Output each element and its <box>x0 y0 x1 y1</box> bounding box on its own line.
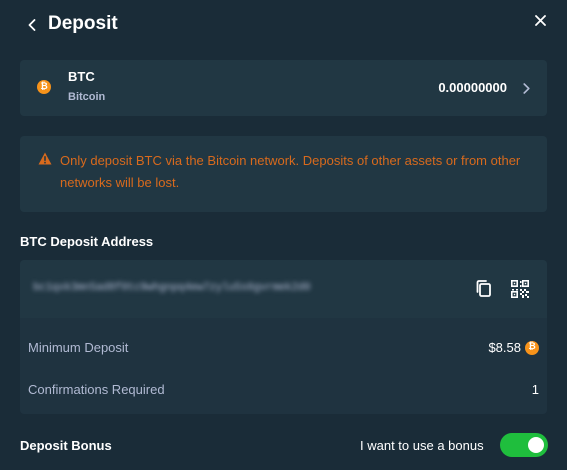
copy-icon[interactable] <box>475 279 493 299</box>
chevron-left-icon <box>28 19 36 31</box>
minimum-deposit-value: $8.58 <box>488 340 521 355</box>
deposit-address-value[interactable]: bc1qxk3mn5ad8f0tc9whgnpq4ew7zylu5s6gvrme… <box>33 282 363 296</box>
deposit-bonus-label: Deposit Bonus <box>20 438 112 453</box>
asset-balance: 0.00000000 <box>438 80 507 95</box>
warning-icon <box>38 152 52 165</box>
asset-selector[interactable]: ₿ BTC Bitcoin 0.00000000 <box>20 60 547 116</box>
confirmations-label: Confirmations Required <box>28 382 165 397</box>
warning-text: Only deposit BTC via the Bitcoin network… <box>60 153 521 190</box>
back-button[interactable] <box>22 14 42 36</box>
address-label: BTC Deposit Address <box>20 234 154 249</box>
asset-name: Bitcoin <box>68 91 106 103</box>
bitcoin-icon: ₿ <box>37 80 51 94</box>
close-icon <box>534 14 546 26</box>
minimum-deposit-value-wrap: $8.58 ₿ <box>488 340 539 355</box>
bonus-toggle[interactable] <box>500 433 548 457</box>
confirmations-value: 1 <box>531 382 539 397</box>
close-button[interactable] <box>529 9 551 31</box>
minimum-deposit-label: Minimum Deposit <box>28 340 129 355</box>
qr-code-icon[interactable] <box>510 279 530 299</box>
bitcoin-icon: ₿ <box>525 340 539 355</box>
bonus-toggle-label: I want to use a bonus <box>360 438 484 453</box>
minimum-deposit-row: Minimum Deposit $8.58 ₿ <box>20 326 547 368</box>
deposit-info-panel: Minimum Deposit $8.58 ₿ Confirmations Re… <box>20 318 547 414</box>
asset-code: BTC <box>68 69 95 84</box>
page-title: Deposit <box>48 13 118 34</box>
modal-header: Deposit <box>0 0 567 50</box>
network-warning: Only deposit BTC via the Bitcoin network… <box>20 136 547 212</box>
toggle-knob <box>528 437 544 453</box>
chevron-right-icon <box>521 80 531 96</box>
confirmations-row: Confirmations Required 1 <box>20 368 547 410</box>
deposit-address-box: bc1qxk3mn5ad8f0tc9whgnpq4ew7zylu5s6gvrme… <box>20 260 547 318</box>
